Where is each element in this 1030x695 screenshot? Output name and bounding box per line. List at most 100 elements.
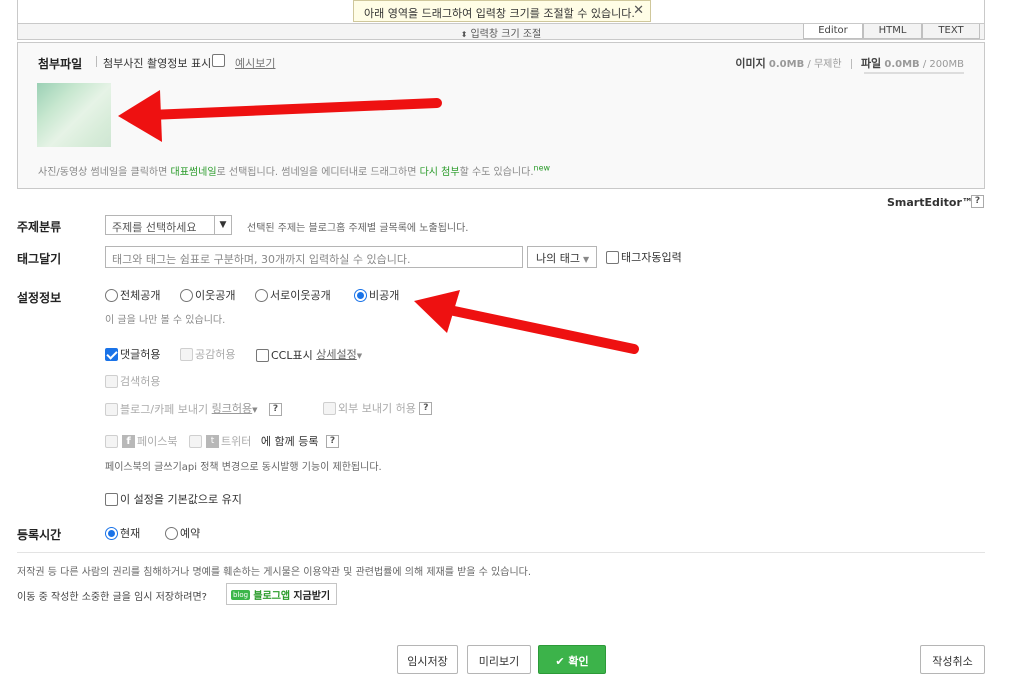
- resize-tooltip: 아래 영역을 드래그하여 입력창 크기를 조절할 수 있습니다. ✕: [353, 0, 651, 22]
- file-quota-limit: 200MB: [929, 59, 964, 70]
- share-together-label: 에 함께 등록: [260, 435, 319, 448]
- search-option[interactable]: 검색허용: [105, 373, 160, 389]
- help-highlight: 다시 첨부: [419, 167, 460, 178]
- file-quota-label: 파일: [860, 57, 882, 70]
- comment-checkbox[interactable]: [105, 347, 118, 361]
- tab-text[interactable]: TEXT: [922, 24, 980, 39]
- chevron-down-icon: ▼: [356, 352, 363, 360]
- help-icon[interactable]: ?: [971, 195, 984, 208]
- confirm-button[interactable]: ✔ 확인: [538, 645, 606, 674]
- search-checkbox[interactable]: [105, 374, 118, 388]
- preview-button[interactable]: 미리보기: [467, 645, 531, 674]
- post-time-now-radio[interactable]: [105, 526, 118, 540]
- file-quota-bar: [864, 72, 964, 74]
- post-time-reserve[interactable]: 예약: [165, 525, 200, 541]
- blog-cafe-checkbox[interactable]: [105, 402, 118, 416]
- search-label: 검색허용: [120, 375, 161, 388]
- chevron-down-icon: ▼: [582, 255, 590, 264]
- ccl-label: CCL표시: [271, 349, 313, 362]
- divider: [96, 56, 97, 67]
- chevron-down-icon: ▼: [214, 216, 231, 234]
- help-icon[interactable]: ?: [325, 434, 339, 448]
- tab-html[interactable]: HTML: [863, 24, 922, 39]
- ccl-checkbox[interactable]: [256, 348, 269, 362]
- tag-input[interactable]: 태그와 태그는 쉼표로 구분하며, 30개까지 입력하실 수 있습니다.: [105, 246, 523, 268]
- topic-select[interactable]: 주제를 선택하세요 ▼: [105, 215, 232, 235]
- help-icon[interactable]: ?: [269, 402, 283, 416]
- twitter-checkbox[interactable]: [188, 434, 202, 448]
- post-time-now-label: 현재: [120, 527, 141, 540]
- visibility-neighbors-label: 이웃공개: [195, 289, 236, 302]
- exif-label: 첨부사진 촬영정보 표시: [103, 57, 212, 70]
- close-icon[interactable]: ✕: [633, 3, 644, 18]
- visibility-private[interactable]: 비공개: [354, 287, 399, 303]
- visibility-public-label: 전체공개: [120, 289, 161, 302]
- visibility-public[interactable]: 전체공개: [105, 287, 160, 303]
- help-text: 사진/동영상 썸네일을 클릭하면: [38, 167, 171, 178]
- ccl-detail-link[interactable]: 상세설정: [316, 348, 356, 361]
- auto-tag-checkbox[interactable]: [606, 250, 619, 264]
- help-text: 할 수도 있습니다.: [459, 167, 534, 178]
- sympathy-option[interactable]: 공감허용: [180, 346, 235, 362]
- post-time-reserve-label: 예약: [180, 527, 201, 540]
- app-get-label: 지금받기: [293, 591, 331, 602]
- auto-tag-option[interactable]: 태그자동입력: [606, 249, 682, 265]
- visibility-public-radio[interactable]: [105, 288, 118, 302]
- keep-default-label: 이 설정을 기본값으로 유지: [120, 493, 242, 506]
- divider: [17, 552, 985, 553]
- facebook-notice: 페이스북의 글쓰기api 정책 변경으로 동시발행 기능이 제한됩니다.: [105, 462, 382, 473]
- external-option[interactable]: 외부 보내기 허용 ?: [323, 400, 433, 416]
- app-notice: 이동 중 작성한 소중한 글을 임시 저장하려면?: [17, 592, 207, 603]
- topic-help: 선택된 주제는 블로그홈 주제별 글목록에 노출됩니다.: [247, 223, 469, 234]
- topic-select-value: 주제를 선택하세요: [112, 221, 197, 234]
- exif-checkbox[interactable]: [212, 54, 225, 67]
- facebook-checkbox[interactable]: [105, 434, 118, 448]
- visibility-private-radio[interactable]: [354, 288, 367, 302]
- visibility-help: 이 글을 나만 볼 수 있습니다.: [105, 315, 226, 326]
- new-badge: new: [533, 163, 551, 173]
- auto-tag-label: 태그자동입력: [621, 251, 682, 264]
- resize-tooltip-text: 아래 영역을 드래그하여 입력창 크기를 조절할 수 있습니다.: [364, 7, 635, 20]
- twitter-label: 트위터: [220, 435, 252, 448]
- cancel-writing-button[interactable]: 작성취소: [920, 645, 985, 674]
- link-allow-link[interactable]: 링크허용: [212, 402, 252, 415]
- tab-editor[interactable]: Editor: [803, 24, 863, 39]
- editor-mode-tabs: Editor HTML TEXT: [803, 24, 980, 39]
- sns-share-row: f 페이스북 t 트위터 에 함께 등록 ?: [105, 433, 339, 449]
- external-label: 외부 보내기 허용: [338, 402, 416, 415]
- sympathy-checkbox[interactable]: [180, 347, 193, 361]
- visibility-neighbors[interactable]: 이웃공개: [180, 287, 235, 303]
- facebook-icon: f: [122, 434, 135, 448]
- visibility-mutual-radio[interactable]: [255, 288, 268, 302]
- visibility-mutual[interactable]: 서로이웃공개: [255, 287, 331, 303]
- example-link[interactable]: 예시보기: [235, 55, 275, 71]
- keep-default-option[interactable]: 이 설정을 기본값으로 유지: [105, 491, 242, 507]
- temp-save-button[interactable]: 임시저장: [397, 645, 458, 674]
- help-icon[interactable]: ?: [419, 401, 433, 415]
- ccl-option[interactable]: CCL표시 상세설정▼: [256, 346, 362, 363]
- post-time-reserve-radio[interactable]: [165, 526, 178, 540]
- attachment-quota: 이미지 0.0MB / 무제한 파일 0.0MB / 200MB: [735, 55, 964, 74]
- image-quota-value: 0.0MB: [768, 59, 805, 70]
- keep-default-checkbox[interactable]: [105, 492, 118, 506]
- app-download-button[interactable]: blog 블로그앱 지금받기: [226, 583, 338, 605]
- blog-cafe-option[interactable]: 블로그/카페 보내기 링크허용▼ ?: [105, 400, 283, 417]
- facebook-label: 페이스북: [137, 435, 178, 448]
- file-quota-value: 0.0MB: [884, 59, 920, 70]
- twitter-icon: t: [205, 434, 219, 448]
- topic-label: 주제분류: [17, 220, 62, 234]
- attachment-title: 첨부파일: [38, 57, 83, 71]
- image-quota-limit: 무제한: [813, 59, 842, 70]
- attachment-thumbnail[interactable]: [37, 83, 111, 147]
- post-time-now[interactable]: 현재: [105, 525, 140, 541]
- help-text: 로 선택됩니다. 썸네일을 에디터내로 드래그하면: [216, 167, 420, 178]
- visibility-neighbors-radio[interactable]: [180, 288, 193, 302]
- settings-label: 설정정보: [17, 291, 62, 305]
- my-tags-label: 나의 태그: [536, 252, 580, 265]
- sympathy-label: 공감허용: [195, 348, 236, 361]
- external-checkbox[interactable]: [323, 401, 336, 415]
- comment-option[interactable]: 댓글허용: [105, 346, 160, 362]
- annotation-arrow-private: [414, 290, 639, 354]
- my-tags-button[interactable]: 나의 태그 ▼: [527, 246, 597, 268]
- resize-arrow-icon: ⬍: [460, 30, 468, 39]
